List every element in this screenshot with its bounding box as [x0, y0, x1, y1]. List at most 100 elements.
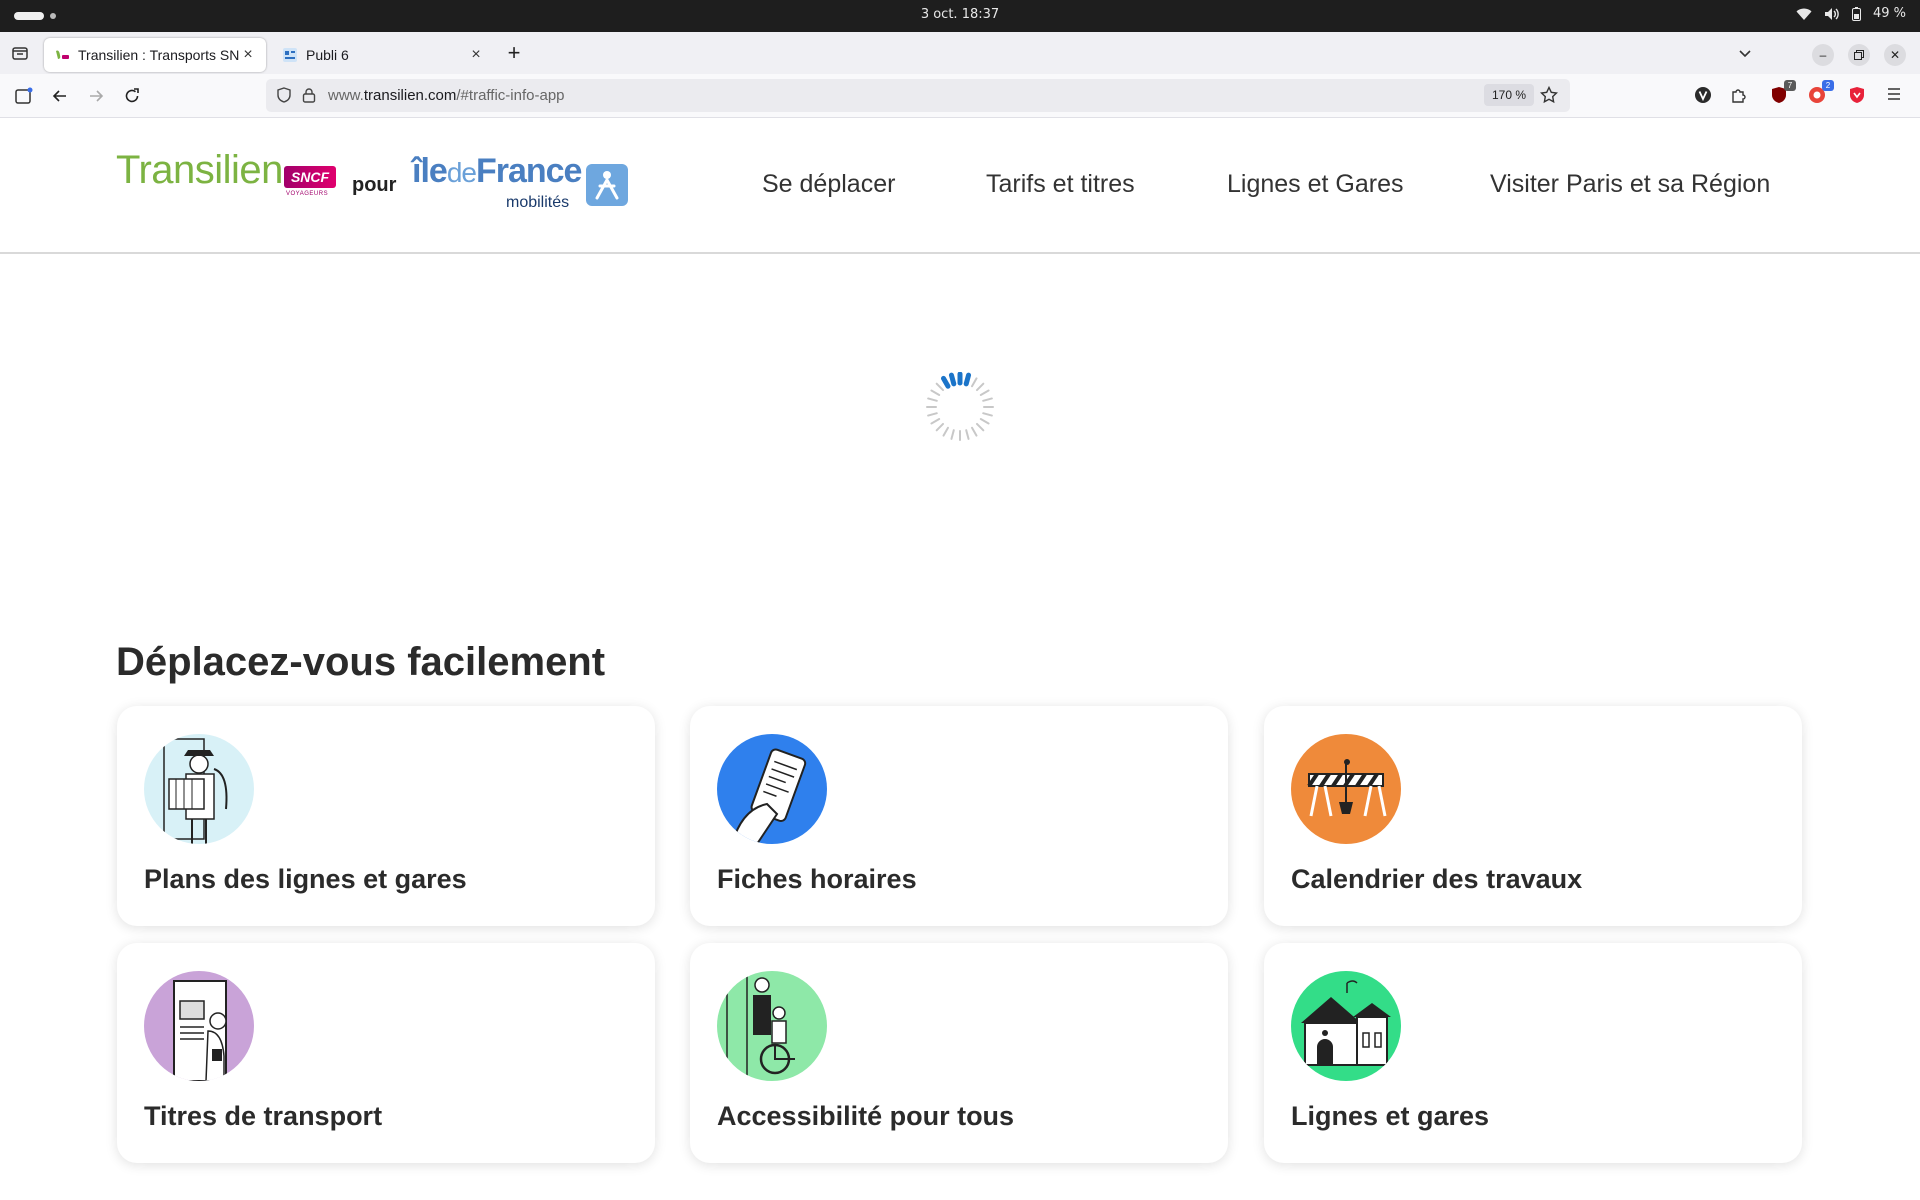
card-label: Accessibilité pour tous [717, 1101, 1015, 1131]
phone-schedule-illustration [717, 734, 827, 844]
section-title: Déplacez-vous facilement [116, 640, 606, 684]
tab-transilien[interactable]: Transilien : Transports SNCF × [44, 38, 266, 72]
spinner-tick [982, 412, 993, 417]
sidebar-toggle-icon[interactable] [14, 86, 34, 106]
loading-spinner [925, 371, 995, 442]
spinner-tick [979, 389, 990, 396]
pour-text: pour [352, 174, 397, 196]
card-calendrier-travaux[interactable]: Calendrier des travaux [1264, 706, 1802, 926]
spinner-tick [941, 375, 951, 389]
card-label: Lignes et gares [1291, 1101, 1490, 1131]
system-tray[interactable]: 49 % [1796, 6, 1906, 21]
new-tab-button[interactable]: + [504, 42, 524, 64]
ticket-machine-illustration [144, 971, 254, 1081]
battery-percentage: 49 % [1872, 6, 1906, 21]
card-label: Titres de transport [144, 1101, 383, 1131]
station-building-illustration [1291, 971, 1401, 1081]
tab-close-icon[interactable]: × [240, 46, 256, 63]
tab-publi[interactable]: Publi 6 × [272, 38, 494, 72]
site-header: Transilien SNCF VOYAGEURS pour îledeFran… [0, 118, 1920, 254]
mobilites-text: mobilités [506, 194, 570, 211]
lock-icon[interactable] [302, 87, 316, 108]
spinner-tick [927, 412, 938, 417]
spinner-tick [965, 429, 970, 440]
spinner-tick [930, 418, 941, 425]
card-titres-transport[interactable]: Titres de transport [117, 943, 655, 1163]
transilien-idf-logo[interactable]: Transilien SNCF VOYAGEURS pour îledeFran… [116, 148, 636, 218]
close-window-button[interactable]: ✕ [1884, 44, 1906, 66]
roadworks-barrier-illustration [1291, 734, 1401, 844]
idf-mobilites-icon [586, 164, 628, 206]
transilien-wordmark: Transilien [116, 148, 283, 192]
restore-button[interactable] [1848, 44, 1870, 66]
card-lignes-et-gares[interactable]: Lignes et gares [1264, 943, 1802, 1163]
idf-ile: île [412, 152, 448, 190]
ublock-badge: 7 [1784, 80, 1796, 91]
spinner-tick [971, 426, 978, 437]
idf-france: France [475, 152, 582, 190]
card-label: Fiches horaires [717, 864, 917, 894]
reload-icon[interactable] [122, 86, 142, 106]
spinner-tick [963, 372, 972, 387]
spinner-tick [950, 429, 955, 440]
spinner-tick [975, 422, 985, 432]
system-top-bar: 3 oct. 18:37 49 % [0, 0, 1920, 32]
battery-icon [1851, 6, 1861, 21]
spinner-tick [942, 426, 949, 437]
spinner-tick [948, 372, 957, 387]
nav-se-deplacer[interactable]: Se déplacer [762, 170, 895, 199]
tab-title: Publi 6 [306, 47, 349, 63]
back-arrow-icon[interactable] [50, 86, 70, 106]
volume-icon [1824, 7, 1840, 21]
zoom-level-button[interactable]: 170 % [1484, 84, 1535, 106]
tracking-protection-shield-icon[interactable] [276, 87, 292, 108]
minimize-button[interactable]: – [1812, 44, 1834, 66]
sncf-logo: SNCF [284, 166, 336, 188]
tab-title: Transilien : Transports SNCF [78, 47, 240, 63]
browser-tab-strip: Transilien : Transports SNCF × Publi 6 ×… [0, 32, 1920, 74]
address-bar[interactable]: www.transilien.com/#traffic-info-app 170… [266, 79, 1570, 112]
card-accessibilite[interactable]: Accessibilité pour tous [690, 943, 1228, 1163]
spinner-tick [927, 397, 938, 402]
traveler-map-illustration [144, 734, 254, 844]
idf-de: de [446, 157, 477, 188]
nav-tarifs-et-titres[interactable]: Tarifs et titres [986, 170, 1135, 199]
voyageurs-text: VOYAGEURS [286, 191, 329, 197]
url-text[interactable]: www.transilien.com/#traffic-info-app [328, 87, 565, 104]
shield-red-icon[interactable] [1848, 86, 1868, 106]
chevron-down-icon[interactable] [1736, 45, 1754, 63]
idf-wordmark: îledeFrance [412, 152, 582, 191]
tab-list-icon[interactable] [10, 43, 30, 63]
url-domain: transilien.com [363, 87, 457, 104]
card-label: Plans des lignes et gares [144, 864, 467, 894]
spinner-tick [979, 418, 990, 425]
card-fiches-horaires[interactable]: Fiches horaires [690, 706, 1228, 926]
spinner-tick [982, 397, 993, 402]
url-path: /#traffic-info-app [456, 87, 565, 104]
puzzle-extensions-icon[interactable] [1730, 86, 1750, 106]
card-plans-lignes-gares[interactable]: Plans des lignes et gares [117, 706, 655, 926]
spinner-tick [971, 377, 978, 388]
spinner-tick [935, 422, 945, 432]
wifi-icon [1796, 7, 1812, 21]
card-label: Calendrier des travaux [1291, 864, 1583, 894]
forward-arrow-icon[interactable] [86, 86, 106, 106]
bookmark-star-icon[interactable] [1539, 85, 1559, 109]
browser-toolbar: www.transilien.com/#traffic-info-app 170… [0, 74, 1920, 118]
nav-lignes-et-gares[interactable]: Lignes et Gares [1227, 170, 1404, 199]
spinner-tick [975, 382, 985, 392]
url-prefix: www. [328, 87, 364, 104]
wheelchair-assistance-illustration [717, 971, 827, 1081]
tab-close-icon[interactable]: × [468, 46, 484, 63]
spinner-tick [935, 382, 945, 392]
privacy-badger-badge: 2 [1822, 80, 1834, 91]
spinner-tick [930, 389, 941, 396]
ublock-icon[interactable]: 7 [1770, 80, 1796, 106]
hamburger-menu-icon[interactable] [1886, 86, 1906, 106]
privacy-badger-icon[interactable]: 2 [1808, 80, 1834, 106]
transilien-favicon-icon [54, 47, 70, 63]
nav-visiter-paris[interactable]: Visiter Paris et sa Région [1490, 170, 1770, 199]
publi-favicon-icon [282, 47, 298, 63]
system-clock[interactable]: 3 oct. 18:37 [0, 7, 1920, 22]
v-extension-icon[interactable] [1694, 86, 1714, 106]
